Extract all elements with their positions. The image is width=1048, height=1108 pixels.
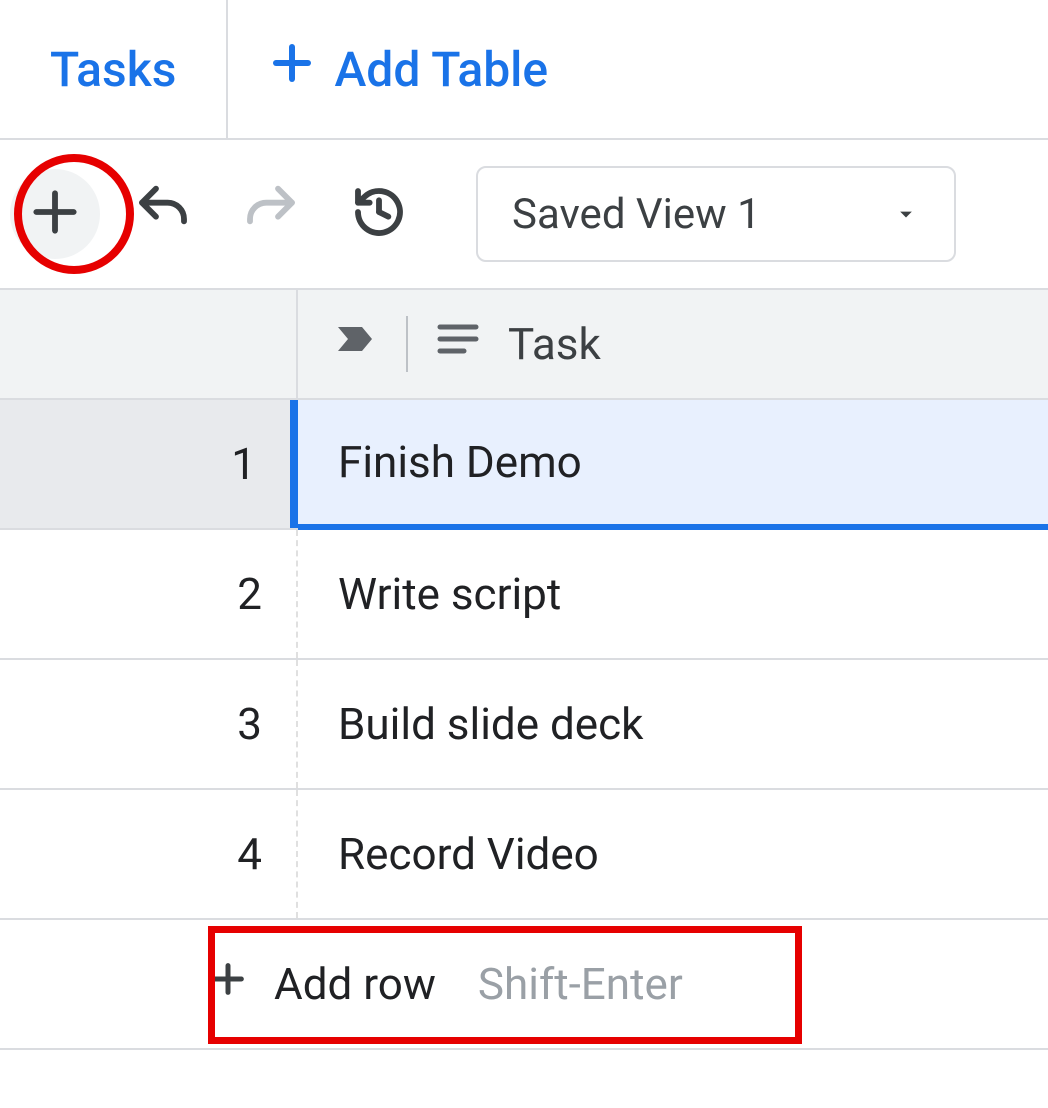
plus-icon: [208, 958, 248, 1010]
text-column-icon: [434, 315, 482, 374]
row-number[interactable]: 2: [0, 530, 298, 658]
redo-button[interactable]: [226, 169, 316, 259]
add-row-footer[interactable]: Add row Shift-Enter: [0, 920, 1048, 1050]
undo-icon: [135, 184, 191, 244]
task-cell[interactable]: Finish Demo: [298, 400, 1048, 530]
task-cell[interactable]: Record Video: [298, 790, 1048, 918]
add-table-button[interactable]: Add Table: [228, 0, 588, 138]
table-row[interactable]: 2 Write script: [0, 530, 1048, 660]
column-header-task[interactable]: Task: [298, 290, 1048, 398]
undo-button[interactable]: [118, 169, 208, 259]
table-tab-bar: Tasks Add Table: [0, 0, 1048, 140]
add-row-spacer: [0, 920, 208, 1048]
tab-label: Tasks: [50, 41, 176, 98]
saved-view-label: Saved View 1: [512, 190, 761, 239]
history-button[interactable]: [334, 169, 424, 259]
header-divider: [406, 316, 408, 372]
table-row[interactable]: 3 Build slide deck: [0, 660, 1048, 790]
add-row-toolbar-button[interactable]: [10, 169, 100, 259]
toolbar: Saved View 1: [0, 140, 1048, 290]
add-row-content[interactable]: Add row Shift-Enter: [208, 920, 683, 1048]
table-row[interactable]: 4 Record Video: [0, 790, 1048, 920]
saved-view-select[interactable]: Saved View 1: [476, 166, 956, 262]
add-row-hint: Shift-Enter: [478, 958, 683, 1010]
chevron-down-icon: [892, 190, 920, 239]
plus-icon: [268, 39, 316, 99]
add-table-label: Add Table: [334, 41, 548, 98]
task-cell[interactable]: Build slide deck: [298, 660, 1048, 788]
redo-icon: [243, 184, 299, 244]
tag-icon: [332, 315, 380, 374]
history-icon: [351, 184, 407, 244]
row-number-header[interactable]: [0, 290, 298, 398]
row-number[interactable]: 1: [0, 400, 298, 528]
task-cell[interactable]: Write script: [298, 530, 1048, 658]
row-number[interactable]: 4: [0, 790, 298, 918]
table-row[interactable]: 1 Finish Demo: [0, 400, 1048, 530]
add-row-label: Add row: [274, 958, 436, 1010]
plus-icon: [27, 184, 83, 244]
column-header-label: Task: [508, 318, 601, 370]
table-header: Task: [0, 290, 1048, 400]
row-number[interactable]: 3: [0, 660, 298, 788]
tab-tasks[interactable]: Tasks: [0, 0, 228, 138]
